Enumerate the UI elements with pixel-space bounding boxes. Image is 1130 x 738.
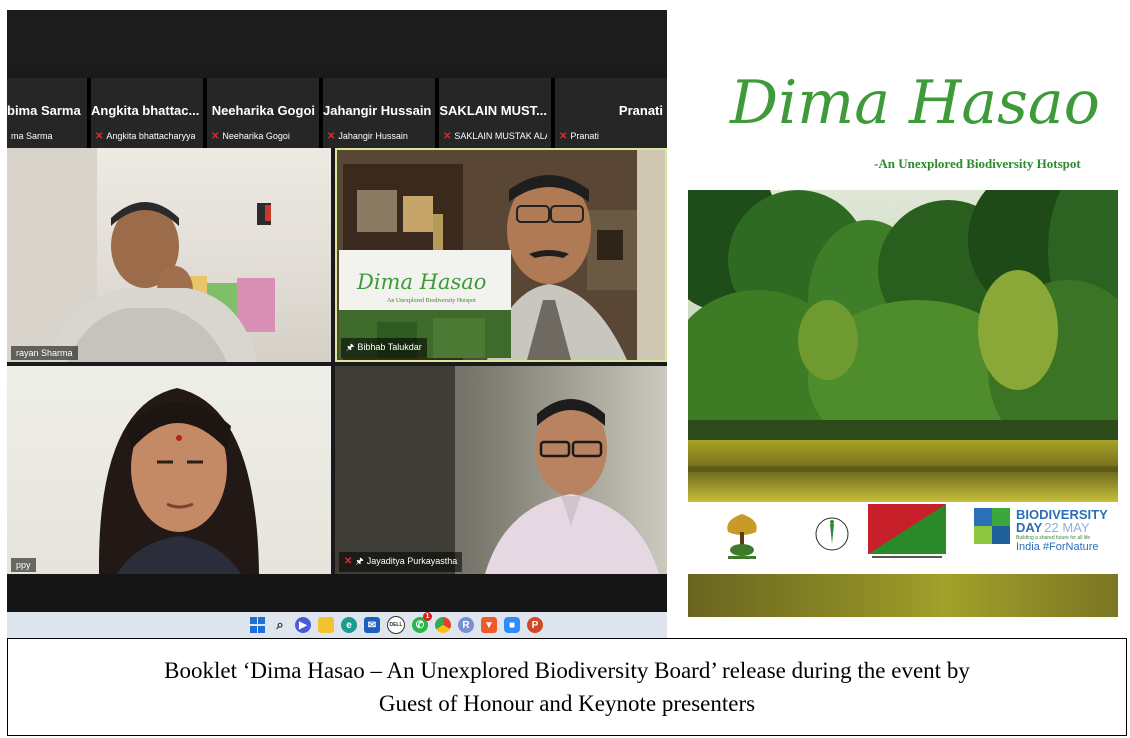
participant-tag: ✕SAKLAIN MUSTAK ALA... (443, 131, 547, 142)
biodiversity-day-text: BIODIVERSITY DAY 22 MAY Building a shared… (1016, 507, 1108, 553)
participant-video-image (98, 388, 259, 574)
mic-muted-icon: ✕ (344, 556, 353, 567)
participant-tag: ✕ Angkita bhattacharyya (95, 131, 196, 142)
participant-video-image (337, 150, 665, 360)
meet-icon[interactable]: ▶ (295, 617, 311, 633)
windows-taskbar: ⌕ ▶ e ✉ DELL ✆ 1 R ▼ ■ P (7, 612, 667, 638)
ministry-logo (815, 517, 849, 551)
figure-caption: Booklet ‘Dima Hasao – An Unexplored Biod… (7, 638, 1127, 736)
caption-text: Booklet ‘Dima Hasao – An Unexplored Biod… (164, 658, 970, 716)
mic-muted-icon: ✕ (95, 131, 104, 142)
active-speaker-video-tile[interactable]: Dima Hasao An Unexplored Biodiversity Ho… (335, 148, 667, 362)
file-explorer-icon[interactable] (318, 617, 334, 633)
booklet-subtitle: An Unexplored Biodiversity Hotspot (387, 298, 476, 304)
brave-icon[interactable]: ▼ (481, 617, 497, 633)
video-tile[interactable]: rayan Sharma (7, 148, 331, 362)
mic-muted-icon: ✕ (327, 131, 336, 142)
forest-strip (688, 574, 1118, 617)
chrome-icon[interactable] (435, 617, 451, 633)
participant-tile[interactable]: Angkita bhattac... ✕ Angkita bhattacharyy… (91, 78, 207, 148)
booklet-cover: Dima Hasao -An Unexplored Biodiversity H… (688, 62, 1130, 617)
participant-name-label: ppy (11, 558, 36, 572)
mail-icon[interactable]: ✉ (364, 617, 380, 633)
mic-muted-icon: ✕ (211, 131, 220, 142)
booklet-cover-title: Dima Hasao (730, 68, 1100, 138)
participant-tile[interactable]: Neeharika Gogoi ✕ Neeharika Gogoi (207, 78, 323, 148)
participant-name: Neeharika Gogoi (211, 103, 315, 118)
mic-muted-icon: ✕ (559, 131, 568, 142)
whatsapp-icon[interactable]: ✆ 1 (412, 612, 432, 633)
powerpoint-icon[interactable]: P (527, 617, 543, 633)
participant-tag: ma Sarma (11, 131, 53, 141)
participant-tile[interactable]: Jahangir Hussain ✕ Jahangir Hussain (323, 78, 439, 148)
participant-tag: ✕ Jahangir Hussain (327, 131, 408, 142)
edge-icon[interactable]: e (341, 617, 357, 633)
partner-logos: BIODIVERSITY DAY 22 MAY Building a shared… (688, 502, 1118, 572)
participant-name: SAKLAIN MUST... (439, 103, 547, 118)
forest-photo (688, 190, 1118, 502)
r-icon[interactable]: R (458, 617, 474, 633)
zoom-top-bar (7, 10, 667, 70)
booklet-title: Dima Hasao (357, 270, 487, 294)
participant-name-label: rayan Sharma (11, 346, 78, 360)
participant-name: bima Sarma (7, 103, 81, 118)
participant-name: Jahangir Hussain (323, 103, 431, 118)
participant-tile[interactable]: SAKLAIN MUST... ✕SAKLAIN MUSTAK ALA... (439, 78, 555, 148)
dell-icon[interactable]: DELL (387, 616, 405, 634)
participant-name: Angkita bhattac... (91, 103, 199, 118)
participant-tile[interactable]: bima Sarma ma Sarma (7, 78, 91, 148)
booklet-cover-subtitle: -An Unexplored Biodiversity Hotspot (874, 156, 1081, 171)
participant-name: Pranati (618, 103, 663, 118)
participant-tile[interactable]: Pranati ✕ Pranati (555, 78, 667, 148)
participant-name-label: 🖈 Bibhab Talukdar (341, 338, 427, 358)
windows-start-icon[interactable] (249, 617, 265, 633)
zoom-icon[interactable]: ■ (504, 617, 520, 633)
zoom-meeting-window: bima Sarma ma Sarma Angkita bhattac... ✕… (7, 10, 667, 638)
participant-strip: bima Sarma ma Sarma Angkita bhattac... ✕… (7, 78, 667, 148)
video-tile[interactable]: ✕ 🖈 Jayaditya Purkayastha (335, 366, 667, 574)
notification-badge: 1 (423, 612, 432, 621)
participant-tag: ✕ Neeharika Gogoi (211, 131, 290, 142)
participant-video-image (335, 366, 659, 574)
pin-icon: 🖈 (346, 342, 355, 352)
participant-video-image (7, 148, 275, 362)
biodiversity-day-logo (974, 508, 1010, 544)
mic-muted-icon: ✕ (443, 131, 452, 142)
assam-forest-department-logo (868, 504, 946, 558)
participant-tag: ✕ Pranati (559, 131, 599, 142)
pin-icon: 🖈 (355, 556, 364, 566)
participant-name-label: ✕ 🖈 Jayaditya Purkayastha (339, 552, 463, 572)
search-icon[interactable]: ⌕ (272, 617, 288, 633)
video-tile[interactable]: ppy (7, 366, 331, 574)
biodiversity-board-logo (727, 514, 757, 559)
